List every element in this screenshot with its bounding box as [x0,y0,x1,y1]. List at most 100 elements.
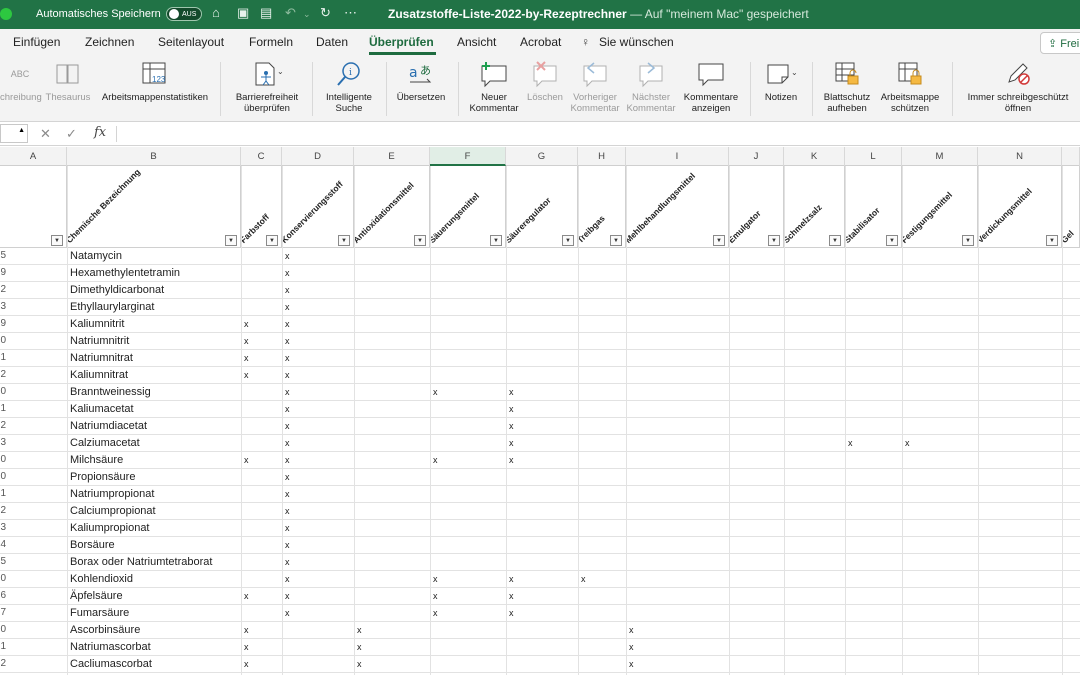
filter-dropdown-icon[interactable]: ▼ [225,235,237,246]
mark-cell-M[interactable]: x [905,438,910,448]
table-row[interactable]: 2Natriumdiacetatxx [0,418,1080,435]
row-number[interactable]: 4 [0,539,6,550]
mark-cell-E[interactable]: x [357,659,362,669]
header-cell-M[interactable]: Festigungsmittel▼ [902,166,978,248]
chemical-name-cell[interactable]: Borsäure [70,539,115,551]
mark-cell-G[interactable]: x [509,455,514,465]
formula-input[interactable] [120,124,1075,143]
tell-me-search[interactable]: Sie wünschen [599,35,674,49]
mark-cell-D[interactable]: x [285,489,290,499]
mark-cell-D[interactable]: x [285,285,290,295]
table-row[interactable]: 7Fumarsäurexxx [0,605,1080,622]
unprotect-sheet-button[interactable]: Blattschutzaufheben [818,56,876,122]
confirm-entry-icon[interactable]: ✓ [66,126,77,142]
table-row[interactable]: 0Propionsäurex [0,469,1080,486]
next-comment-button[interactable]: NächsterKommentar [624,56,678,122]
mark-cell-F[interactable]: x [433,574,438,584]
table-row[interactable]: 5Natamycinx [0,248,1080,265]
table-row[interactable]: 1Natriumascorbatxxx [0,639,1080,656]
row-number[interactable]: 0 [0,624,6,635]
undo-dropdown-icon[interactable]: ⌄ [303,9,311,20]
mark-cell-D[interactable]: x [285,251,290,261]
chemical-name-cell[interactable]: Calciumpropionat [70,505,156,517]
row-number[interactable]: 9 [0,318,6,329]
table-row[interactable]: 1Kaliumacetatxx [0,401,1080,418]
chemical-name-cell[interactable]: Natriumnitrit [70,335,129,347]
header-cell-L[interactable]: Stabilisator▼ [845,166,902,248]
filter-dropdown-icon[interactable]: ▼ [829,235,841,246]
row-number[interactable]: 5 [0,250,6,261]
filter-dropdown-icon[interactable]: ▼ [51,235,63,246]
mark-cell-C[interactable]: x [244,659,249,669]
row-number[interactable]: 1 [0,488,6,499]
header-cell-J[interactable]: Emulgator▼ [729,166,784,248]
column-header-K[interactable]: K [784,147,845,166]
mark-cell-D[interactable]: x [285,608,290,618]
mark-cell-E[interactable]: x [357,642,362,652]
header-cell-B[interactable]: Chemische Bezeichnung▼ [67,166,241,248]
row-number[interactable]: 1 [0,403,6,414]
chemical-name-cell[interactable]: Kohlendioxid [70,573,133,585]
mark-cell-C[interactable]: x [244,336,249,346]
filter-dropdown-icon[interactable]: ▼ [886,235,898,246]
mark-cell-D[interactable]: x [285,268,290,278]
mark-cell-H[interactable]: x [581,574,586,584]
row-number[interactable]: 0 [0,335,6,346]
show-comments-button[interactable]: Kommentareanzeigen [678,56,744,122]
mark-cell-D[interactable]: x [285,574,290,584]
insert-function-button[interactable]: fx [94,125,106,140]
table-row[interactable]: 0Kohlendioxidxxxx [0,571,1080,588]
mark-cell-D[interactable]: x [285,472,290,482]
name-box[interactable]: ▲ [0,124,28,143]
mark-cell-G[interactable]: x [509,404,514,414]
filter-dropdown-icon[interactable]: ▼ [713,235,725,246]
table-row[interactable]: 6Äpfelsäurexxxx [0,588,1080,605]
filter-dropdown-icon[interactable]: ▼ [338,235,350,246]
column-header-C[interactable]: C [241,147,282,166]
row-number[interactable]: 2 [0,505,6,516]
mark-cell-I[interactable]: x [629,659,634,669]
row-number[interactable]: 1 [0,641,6,652]
tab-ueberpruefen[interactable]: Überprüfen [369,35,434,49]
save-as-icon[interactable]: ▤ [260,5,272,21]
column-header-F[interactable]: F [430,147,506,166]
table-row[interactable]: 2Dimethyldicarbonatx [0,282,1080,299]
table-row[interactable]: 0Ascorbinsäurexxx [0,622,1080,639]
row-number[interactable]: 7 [0,607,6,618]
table-row[interactable]: 0 Natriumnitrit x x [0,333,1080,350]
row-number[interactable]: 3 [0,437,6,448]
mark-cell-C[interactable]: x [244,591,249,601]
mark-cell-D[interactable]: x [285,319,290,329]
mark-cell-C[interactable]: x [244,370,249,380]
mark-cell-G[interactable]: x [509,574,514,584]
table-row[interactable]: 5Borax oder Natriumtetraboratx [0,554,1080,571]
mark-cell-C[interactable]: x [244,455,249,465]
tab-seitenlayout[interactable]: Seitenlayout [158,35,224,49]
chemical-name-cell[interactable]: Borax oder Natriumtetraborat [70,556,212,568]
mark-cell-I[interactable]: x [629,625,634,635]
mark-cell-D[interactable]: x [285,591,290,601]
mark-cell-D[interactable]: x [285,336,290,346]
mark-cell-F[interactable]: x [433,387,438,397]
chemical-name-cell[interactable]: Ascorbinsäure [70,624,140,636]
table-row[interactable]: 9 Kaliumnitrit x x [0,316,1080,333]
mark-cell-D[interactable]: x [285,455,290,465]
filter-dropdown-icon[interactable]: ▼ [266,235,278,246]
chemical-name-cell[interactable]: Kaliumnitrit [70,318,124,330]
home-icon[interactable]: ⌂ [212,5,220,20]
mark-cell-I[interactable]: x [629,642,634,652]
row-number[interactable]: 3 [0,301,6,312]
chemical-name-cell[interactable]: Natriumascorbat [70,641,151,653]
table-row[interactable]: 0Milchsäurexxxx [0,452,1080,469]
mark-cell-F[interactable]: x [433,591,438,601]
column-header-G[interactable]: G [506,147,578,166]
filter-dropdown-icon[interactable]: ▼ [962,235,974,246]
row-number[interactable]: 1 [0,352,6,363]
row-number[interactable]: 6 [0,590,6,601]
table-row[interactable]: 9Hexamethylentetraminx [0,265,1080,282]
column-header-B[interactable]: B [67,147,241,166]
column-header-E[interactable]: E [354,147,430,166]
mark-cell-F[interactable]: x [433,608,438,618]
mark-cell-C[interactable]: x [244,319,249,329]
chemical-name-cell[interactable]: Branntweinessig [70,386,151,398]
